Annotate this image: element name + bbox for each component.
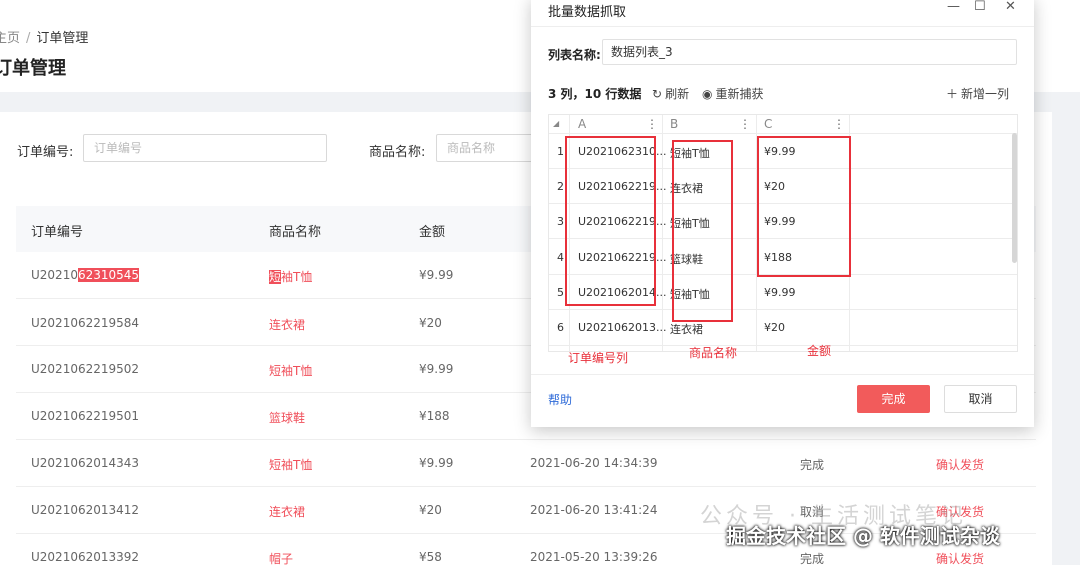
grid-cell[interactable]: ¥20 [764, 321, 785, 334]
order-id-cell: U2021062310545 [31, 268, 140, 282]
product-cell[interactable]: 连衣裙 [269, 316, 305, 333]
breadcrumb-home[interactable]: 主页 [0, 31, 20, 46]
list-name-label: 列表名称: [548, 48, 601, 62]
product-cell[interactable]: 短袖T恤 [269, 268, 312, 285]
confirm-ship-link[interactable]: 确认发货 [936, 550, 984, 565]
amount-cell: ¥58 [419, 550, 442, 564]
list-name-input[interactable]: 数据列表_3 [602, 39, 1017, 65]
grid-row-number: 1 [557, 145, 564, 158]
time-cell: 2021-05-20 13:39:26 [530, 550, 658, 564]
divider [531, 374, 1034, 375]
refresh-icon: ↻ [652, 87, 663, 101]
grid-cell[interactable]: 连衣裙 [670, 321, 703, 337]
status-cell: 完成 [800, 458, 825, 472]
order-id-cell: U2021062013412 [31, 503, 140, 517]
grid-scrollbar[interactable] [1012, 133, 1017, 263]
grid-row-number: 3 [557, 215, 564, 228]
data-summary: 3 列，10 行数据 [548, 87, 642, 101]
minimize-icon[interactable]: — [947, 0, 960, 14]
grid-row-number: 2 [557, 180, 564, 193]
order-id-cell: U2021062013392 [31, 550, 140, 564]
table-row [16, 440, 1036, 487]
filter-product-label: 商品名称: [369, 145, 426, 160]
grid-row-number: 4 [557, 251, 564, 264]
time-cell: 2021-06-20 13:41:24 [530, 503, 658, 517]
done-button[interactable]: 完成 [857, 385, 930, 413]
cancel-button[interactable]: 取消 [944, 385, 1017, 413]
batch-scrape-dialog: 批量数据抓取 — ☐ ✕ 列表名称: 数据列表_3 3 列，10 行数据 ↻ 刷新… [531, 0, 1034, 427]
product-cell[interactable]: 连衣裙 [269, 503, 305, 520]
grid-row-number: 5 [557, 286, 564, 299]
order-id-cell: U2021062219584 [31, 316, 140, 330]
maximize-icon[interactable]: ☐ [974, 0, 986, 14]
annotation-amount: 金额 [807, 344, 832, 358]
recapture-button[interactable]: ◉ 重新捕获 [702, 85, 764, 102]
more-icon[interactable]: ⋮ [833, 115, 845, 133]
amount-column-highlight [757, 136, 851, 277]
divider [531, 26, 1034, 27]
order-id-cell: U2021062014343 [31, 456, 140, 470]
status-cell: 完成 [800, 552, 825, 565]
product-name-input[interactable]: 商品名称 [436, 134, 536, 162]
amount-cell: ¥20 [419, 316, 442, 330]
plus-icon: ＋ [946, 87, 959, 101]
amount-cell: ¥9.99 [419, 362, 454, 376]
more-icon[interactable]: ⋮ [646, 115, 658, 133]
refresh-button[interactable]: ↻ 刷新 [652, 85, 689, 102]
watermark-caption: 掘金技术社区 @ 软件测试杂谈 [726, 524, 1000, 548]
grid-column-b[interactable]: B [670, 115, 678, 133]
breadcrumb: 主页 / 订单管理 [0, 27, 88, 46]
grid-column-a[interactable]: A [578, 115, 586, 133]
grid-cell[interactable]: ¥9.99 [764, 286, 796, 299]
confirm-ship-link[interactable]: 确认发货 [936, 456, 984, 473]
grid-row-number: 6 [557, 321, 564, 334]
order-id-cell: U2021062219502 [31, 362, 140, 376]
product-cell[interactable]: 短袖T恤 [269, 456, 312, 473]
breadcrumb-current: 订单管理 [36, 31, 89, 46]
grid-cell[interactable]: U2021062013... [578, 321, 667, 334]
product-column-highlight [672, 140, 733, 322]
dialog-title: 批量数据抓取 [548, 5, 627, 20]
order-id-column-highlight [565, 136, 656, 306]
annotation-product: 商品名称 [689, 346, 738, 360]
order-id-input[interactable]: 订单编号 [83, 134, 327, 162]
add-column-button[interactable]: ＋新增一列 [946, 85, 1009, 102]
page-title: 订单管理 [0, 58, 66, 79]
help-link[interactable]: 帮助 [548, 391, 572, 408]
order-id-cell: U2021062219501 [31, 409, 140, 423]
breadcrumb-separator: / [26, 31, 31, 46]
capture-icon: ◉ [702, 87, 713, 101]
column-header-product: 商品名称 [269, 225, 322, 240]
time-cell: 2021-06-20 14:34:39 [530, 456, 658, 470]
filter-order-id-label: 订单编号: [17, 145, 74, 160]
product-cell[interactable]: 帽子 [269, 550, 293, 565]
amount-cell: ¥20 [419, 503, 442, 517]
product-cell[interactable]: 短袖T恤 [269, 362, 312, 379]
column-header-order-id: 订单编号 [31, 225, 84, 240]
close-icon[interactable]: ✕ [1005, 0, 1016, 14]
column-header-amount: 金额 [419, 225, 446, 240]
grid-corner-icon: ◢ [553, 119, 560, 128]
product-cell[interactable]: 篮球鞋 [269, 409, 305, 426]
more-icon[interactable]: ⋮ [739, 115, 751, 133]
amount-cell: ¥9.99 [419, 268, 454, 282]
amount-cell: ¥9.99 [419, 456, 454, 470]
amount-cell: ¥188 [419, 409, 450, 423]
annotation-order-id: 订单编号列 [568, 351, 629, 365]
grid-column-c[interactable]: C [764, 115, 772, 133]
